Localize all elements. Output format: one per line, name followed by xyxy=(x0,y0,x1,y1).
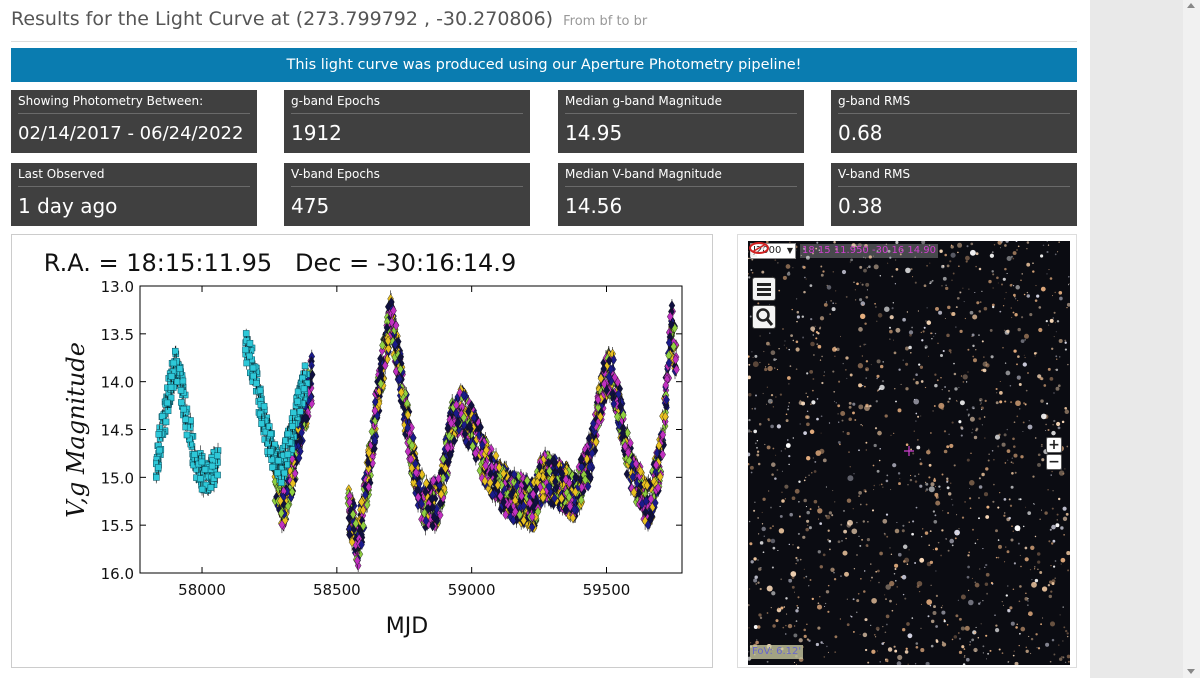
pipeline-banner: This light curve was produced using our … xyxy=(11,48,1077,82)
stat-label: V-band RMS xyxy=(838,163,1070,187)
v-band-point xyxy=(183,431,191,439)
v-band-point xyxy=(170,359,178,367)
stat-value: 02/14/2017 - 06/24/2022 xyxy=(18,123,244,144)
stat-value: 1912 xyxy=(291,121,342,145)
v-band-point xyxy=(208,462,216,470)
stat-value: 0.68 xyxy=(838,121,883,145)
v-band-point xyxy=(207,484,215,491)
v-band-point xyxy=(162,418,170,426)
stat-label: Median V-band Magnitude xyxy=(565,163,797,187)
v-band-point xyxy=(155,431,163,438)
title-divider xyxy=(11,41,1077,42)
v-band-point xyxy=(179,377,187,385)
page-subtitle: From bf to br xyxy=(563,14,648,29)
stat-label: Last Observed xyxy=(18,163,250,187)
v-band-point xyxy=(214,471,221,479)
stat-label: g-band Epochs xyxy=(291,90,523,114)
stat-g-median: Median g-band Magnitude 14.95 xyxy=(558,90,804,153)
light-curve-chart: R.A. = 18:15:11.95 Dec = -30:16:14.9 13.… xyxy=(44,249,683,639)
stat-last-observed: Last Observed 1 day ago xyxy=(11,163,257,226)
v-band-point xyxy=(176,365,184,372)
light-curve-panel: R.A. = 18:15:11.95 Dec = -30:16:14.9 13.… xyxy=(11,234,713,668)
v-band-point xyxy=(172,347,179,355)
v-band-point xyxy=(186,424,194,431)
stat-v-epochs: V-band Epochs 475 xyxy=(284,163,530,226)
chart-title: R.A. = 18:15:11.95 Dec = -30:16:14.9 xyxy=(44,249,516,277)
v-band-point xyxy=(178,399,185,406)
stat-value: 475 xyxy=(291,194,330,218)
stat-value: 14.95 xyxy=(565,121,623,145)
stat-label: V-band Epochs xyxy=(291,163,523,187)
stat-v-median: Median V-band Magnitude 14.56 xyxy=(558,163,804,226)
v-band-point xyxy=(155,464,162,471)
v-band-point xyxy=(180,405,187,413)
v-band-point xyxy=(177,387,185,394)
v-band-point xyxy=(159,413,166,420)
stat-g-rms: g-band RMS 0.68 xyxy=(831,90,1077,153)
v-band-point xyxy=(153,474,160,481)
v-band-point xyxy=(156,446,163,454)
stat-value: 0.38 xyxy=(838,194,883,218)
v-band-point xyxy=(164,399,171,407)
v-band-point xyxy=(214,452,221,459)
v-band-point xyxy=(197,475,204,482)
v-band-point xyxy=(198,485,206,493)
stat-value: 14.56 xyxy=(565,194,623,218)
v-band-point xyxy=(164,407,172,414)
page-title-text: Results for the Light Curve at (273.7997… xyxy=(11,8,554,30)
v-band-point xyxy=(198,458,206,466)
stat-value: 1 day ago xyxy=(18,194,118,218)
stat-g-epochs: g-band Epochs 1912 xyxy=(284,90,530,153)
results-page: Results for the Light Curve at (273.7997… xyxy=(0,0,1090,678)
stat-label: Median g-band Magnitude xyxy=(565,90,797,114)
stat-date-range: Showing Photometry Between: 02/14/2017 -… xyxy=(11,90,257,153)
stat-label: g-band RMS xyxy=(838,90,1070,114)
v-band-point xyxy=(191,451,198,458)
v-band-point xyxy=(173,378,181,385)
v-band-point xyxy=(201,466,209,473)
stat-label: Showing Photometry Between: xyxy=(18,90,250,114)
stat-v-rms: V-band RMS 0.38 xyxy=(831,163,1077,226)
v-band-point xyxy=(168,373,176,380)
page-title: Results for the Light Curve at (273.7997… xyxy=(11,8,647,30)
v-band-point xyxy=(167,384,175,391)
